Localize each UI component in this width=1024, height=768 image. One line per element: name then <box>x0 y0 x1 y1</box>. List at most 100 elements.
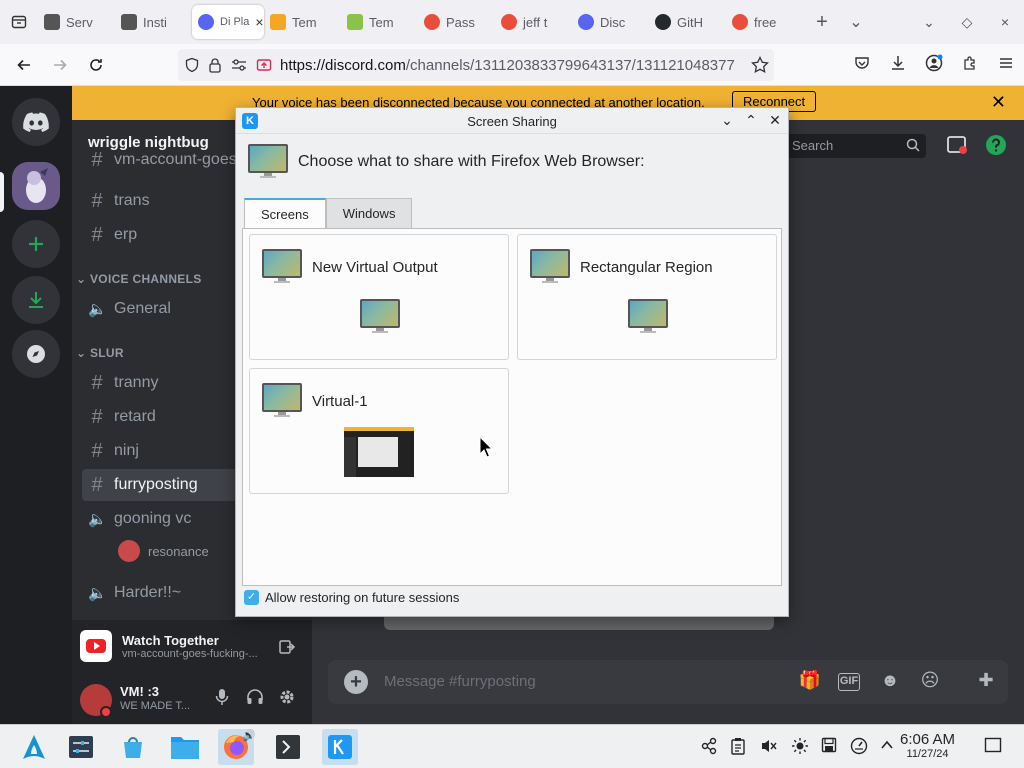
bookmark-star-icon[interactable] <box>742 47 778 83</box>
browser-tab[interactable]: Tem <box>341 5 418 39</box>
clock-date: 11/27/24 <box>906 748 949 760</box>
inbox-icon[interactable] <box>946 134 968 159</box>
monitor-icon <box>262 249 302 285</box>
microphone-icon[interactable] <box>214 688 230 711</box>
user-name[interactable]: VM! :3 <box>120 684 159 699</box>
url-bar[interactable]: https://discord.com/channels/13112038337… <box>178 49 774 81</box>
power-profile-icon[interactable] <box>848 737 870 760</box>
app-launcher-icon[interactable] <box>16 729 52 765</box>
terminal-icon[interactable] <box>270 729 306 765</box>
dismiss-banner-icon[interactable]: ✕ <box>991 92 1006 113</box>
restore-checkbox-row[interactable]: ✓ Allow restoring on future sessions <box>244 590 459 605</box>
brightness-icon[interactable] <box>789 737 811 760</box>
option-new-virtual-output[interactable]: New Virtual Output <box>249 234 509 360</box>
lock-icon[interactable] <box>208 57 222 73</box>
network-share-icon[interactable] <box>698 737 720 760</box>
monitor-preview-icon <box>360 299 400 335</box>
downloads-icon[interactable] <box>880 55 916 76</box>
discover-store-icon[interactable] <box>115 729 151 765</box>
settings-gear-icon[interactable] <box>278 688 296 711</box>
browser-tab[interactable]: Disc <box>572 5 649 39</box>
close-window-button[interactable]: × <box>986 14 1024 31</box>
voice-user[interactable]: resonance <box>118 540 209 562</box>
firefox-taskbar-icon[interactable]: 🔊 <box>218 729 256 765</box>
option-rectangular-region[interactable]: Rectangular Region <box>517 234 777 360</box>
dialog-titlebar[interactable]: K Screen Sharing ⌄ ⌃ ✕ <box>236 108 788 134</box>
add-server-icon[interactable] <box>12 220 60 268</box>
server-name[interactable]: wriggle nightbug <box>88 134 209 151</box>
minimize-dialog-icon[interactable]: ⌄ <box>718 112 736 129</box>
clipboard-icon[interactable] <box>727 737 749 760</box>
server-icon-wriggle[interactable] <box>12 162 60 210</box>
portal-dialog-taskbar-icon[interactable] <box>322 729 358 765</box>
screen-share-indicator-icon[interactable] <box>256 57 272 73</box>
pop-out-activity-icon[interactable] <box>278 638 296 659</box>
browser-tab[interactable]: Insti <box>115 5 192 39</box>
tab-label: Pass <box>446 14 475 30</box>
browser-tab[interactable]: Serv <box>38 5 115 39</box>
forward-button[interactable] <box>42 47 78 83</box>
tracking-protection-shield-icon[interactable] <box>184 57 200 73</box>
channel-label: gooning vc <box>114 510 192 527</box>
dialog-tabs: Screens Windows <box>244 198 413 228</box>
menu-hamburger-icon[interactable] <box>988 55 1024 76</box>
message-image[interactable] <box>384 616 774 630</box>
show-desktop-icon[interactable] <box>982 737 1004 758</box>
forward-arrow-icon <box>54 59 67 70</box>
browser-tab-active[interactable]: Di Pla × <box>192 5 264 39</box>
browser-tab[interactable]: free <box>726 5 803 39</box>
restore-checkbox[interactable]: ✓ <box>244 590 259 605</box>
github-favicon-icon <box>655 14 671 30</box>
extensions-icon[interactable] <box>952 55 988 76</box>
clock[interactable]: 6:06 AM 11/27/24 <box>900 731 955 760</box>
firefox-view-icon[interactable] <box>0 0 38 44</box>
close-dialog-icon[interactable]: ✕ <box>766 112 784 129</box>
disks-icon[interactable] <box>818 737 840 758</box>
browser-tab[interactable]: jeff t <box>495 5 572 39</box>
activity-card[interactable]: Watch Together vm-account-goes-fucking-.… <box>80 630 258 662</box>
minimize-window-button[interactable]: ⌄ <box>910 14 948 31</box>
tab-favicon-icon <box>347 14 363 30</box>
pocket-icon[interactable] <box>844 55 880 76</box>
volume-muted-icon[interactable] <box>758 737 780 760</box>
system-settings-icon[interactable] <box>63 729 99 765</box>
message-input[interactable]: + Message #furryposting 🎁 GIF ☻ ☹ ✚ <box>328 660 1008 704</box>
youtube-icon <box>80 630 112 662</box>
gif-icon[interactable]: GIF <box>838 673 860 691</box>
search-input[interactable]: Search <box>786 134 926 158</box>
speaker-icon: 🔈 <box>88 511 107 528</box>
category-voice-channels[interactable]: ⌄ VOICE CHANNELS <box>76 272 202 286</box>
apps-icon[interactable]: ✚ <box>974 670 998 691</box>
browser-tab[interactable]: GitH <box>649 5 726 39</box>
close-tab-icon[interactable]: × <box>255 14 263 30</box>
account-avatar-icon[interactable] <box>916 54 952 77</box>
maximize-dialog-icon[interactable]: ⌃ <box>742 112 760 129</box>
emoji-icon[interactable]: ☹ <box>918 670 942 691</box>
tab-screens[interactable]: Screens <box>244 198 326 228</box>
hash-icon: # <box>91 152 103 168</box>
browser-tab[interactable]: Pass <box>418 5 495 39</box>
tab-windows[interactable]: Windows <box>325 198 413 228</box>
category-slur[interactable]: ⌄ SLUR <box>76 346 124 360</box>
permissions-icon[interactable] <box>230 57 248 73</box>
attach-plus-icon[interactable]: + <box>344 670 368 694</box>
maximize-window-button[interactable]: ◇ <box>948 14 986 31</box>
new-tab-button[interactable]: + <box>803 11 841 34</box>
headphones-icon[interactable] <box>246 688 264 711</box>
gift-icon[interactable]: 🎁 <box>798 670 822 691</box>
discover-compass-icon[interactable] <box>12 330 60 378</box>
discord-home-icon[interactable] <box>12 98 60 146</box>
back-button[interactable] <box>6 47 42 83</box>
search-icon <box>906 138 920 155</box>
help-icon[interactable] <box>985 134 1007 159</box>
channel-label: retard <box>114 408 156 425</box>
option-virtual-1[interactable]: Virtual-1 <box>249 368 509 494</box>
file-manager-icon[interactable] <box>167 729 203 765</box>
download-apps-icon[interactable] <box>12 276 60 324</box>
taskbar: 🔊 6:06 AM 11/27/24 <box>0 724 1024 768</box>
reload-button[interactable] <box>78 47 114 83</box>
list-tabs-button[interactable]: ⌄ <box>841 12 871 32</box>
show-hidden-icons-chevron-icon[interactable] <box>876 737 898 758</box>
sticker-icon[interactable]: ☻ <box>878 670 902 691</box>
browser-tab[interactable]: Tem <box>264 5 341 39</box>
